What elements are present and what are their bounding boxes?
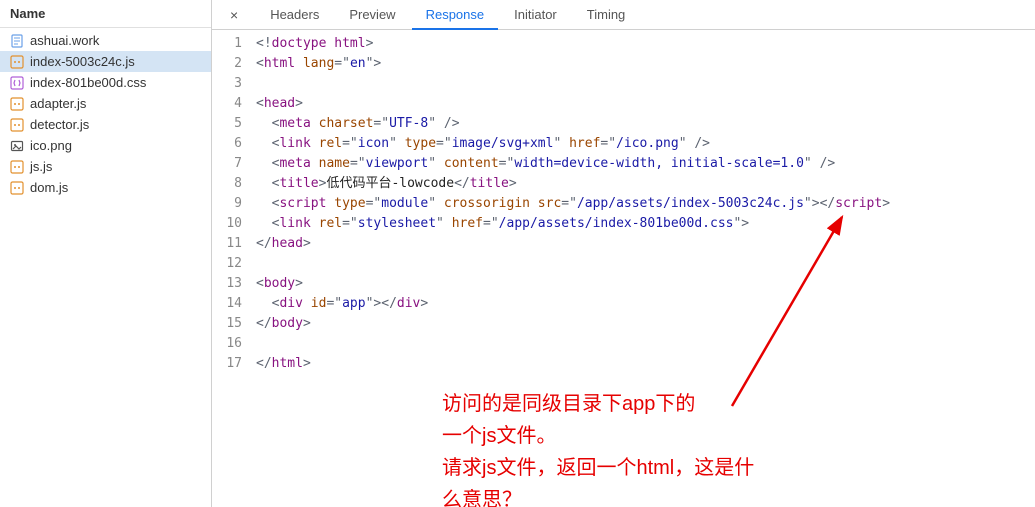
file-name: detector.js xyxy=(30,117,89,132)
file-item[interactable]: adapter.js xyxy=(0,93,211,114)
line-number: 4 xyxy=(212,94,242,114)
css-file-icon xyxy=(10,76,24,90)
line-number: 14 xyxy=(212,294,242,314)
js-file-icon xyxy=(10,97,24,111)
response-body[interactable]: 1234567891011121314151617 <!doctype html… xyxy=(212,30,1035,507)
img-file-icon xyxy=(10,139,24,153)
file-name: adapter.js xyxy=(30,96,86,111)
tab-preview[interactable]: Preview xyxy=(335,1,409,28)
code-line: <body> xyxy=(256,274,1035,294)
line-number: 8 xyxy=(212,174,242,194)
close-icon[interactable]: × xyxy=(220,3,248,27)
line-number: 17 xyxy=(212,354,242,374)
tab-response[interactable]: Response xyxy=(412,1,499,30)
code-line: <!doctype html> xyxy=(256,34,1035,54)
line-number: 6 xyxy=(212,134,242,154)
code-line: </head> xyxy=(256,234,1035,254)
js-file-icon xyxy=(10,118,24,132)
file-item[interactable]: js.js xyxy=(0,156,211,177)
file-item[interactable]: detector.js xyxy=(0,114,211,135)
tab-headers[interactable]: Headers xyxy=(256,1,333,28)
file-item[interactable]: index-801be00d.css xyxy=(0,72,211,93)
code-line: <link rel="stylesheet" href="/app/assets… xyxy=(256,214,1035,234)
code-line: </body> xyxy=(256,314,1035,334)
file-name: index-801be00d.css xyxy=(30,75,146,90)
doc-file-icon xyxy=(10,34,24,48)
file-name: dom.js xyxy=(30,180,68,195)
code-line: <meta charset="UTF-8" /> xyxy=(256,114,1035,134)
file-name: js.js xyxy=(30,159,52,174)
code-line: <script type="module" crossorigin src="/… xyxy=(256,194,1035,214)
code-line xyxy=(256,254,1035,274)
line-number: 1 xyxy=(212,34,242,54)
file-item[interactable]: ashuai.work xyxy=(0,30,211,51)
line-number: 15 xyxy=(212,314,242,334)
file-item[interactable]: dom.js xyxy=(0,177,211,198)
code-line: <meta name="viewport" content="width=dev… xyxy=(256,154,1035,174)
file-item[interactable]: index-5003c24c.js xyxy=(0,51,211,72)
file-list: ashuai.work index-5003c24c.js index-801be0… xyxy=(0,28,211,200)
file-name: index-5003c24c.js xyxy=(30,54,135,69)
file-name: ashuai.work xyxy=(30,33,99,48)
line-number: 7 xyxy=(212,154,242,174)
code-line: <head> xyxy=(256,94,1035,114)
code-line: <div id="app"></div> xyxy=(256,294,1035,314)
line-number: 5 xyxy=(212,114,242,134)
line-number: 3 xyxy=(212,74,242,94)
line-gutter: 1234567891011121314151617 xyxy=(212,34,256,507)
code-line: <link rel="icon" type="image/svg+xml" hr… xyxy=(256,134,1035,154)
line-number: 11 xyxy=(212,234,242,254)
code-line xyxy=(256,334,1035,354)
tab-initiator[interactable]: Initiator xyxy=(500,1,571,28)
line-number: 16 xyxy=(212,334,242,354)
sidebar-header[interactable]: Name xyxy=(0,0,211,28)
line-number: 2 xyxy=(212,54,242,74)
line-number: 10 xyxy=(212,214,242,234)
line-number: 12 xyxy=(212,254,242,274)
code-line xyxy=(256,74,1035,94)
file-name: ico.png xyxy=(30,138,72,153)
line-number: 13 xyxy=(212,274,242,294)
js-file-icon xyxy=(10,181,24,195)
js-file-icon xyxy=(10,55,24,69)
file-item[interactable]: ico.png xyxy=(0,135,211,156)
main-panel: × HeadersPreviewResponseInitiatorTiming … xyxy=(212,0,1035,507)
js-file-icon xyxy=(10,160,24,174)
response-tabs: × HeadersPreviewResponseInitiatorTiming xyxy=(212,0,1035,30)
code-lines: <!doctype html><html lang="en"> <head> <m… xyxy=(256,34,1035,507)
line-number: 9 xyxy=(212,194,242,214)
tab-timing[interactable]: Timing xyxy=(573,1,640,28)
network-sidebar: Name ashuai.work index-5003c24c.js index-8… xyxy=(0,0,212,507)
code-line: <html lang="en"> xyxy=(256,54,1035,74)
code-line: </html> xyxy=(256,354,1035,374)
code-line: <title>低代码平台-lowcode</title> xyxy=(256,174,1035,194)
